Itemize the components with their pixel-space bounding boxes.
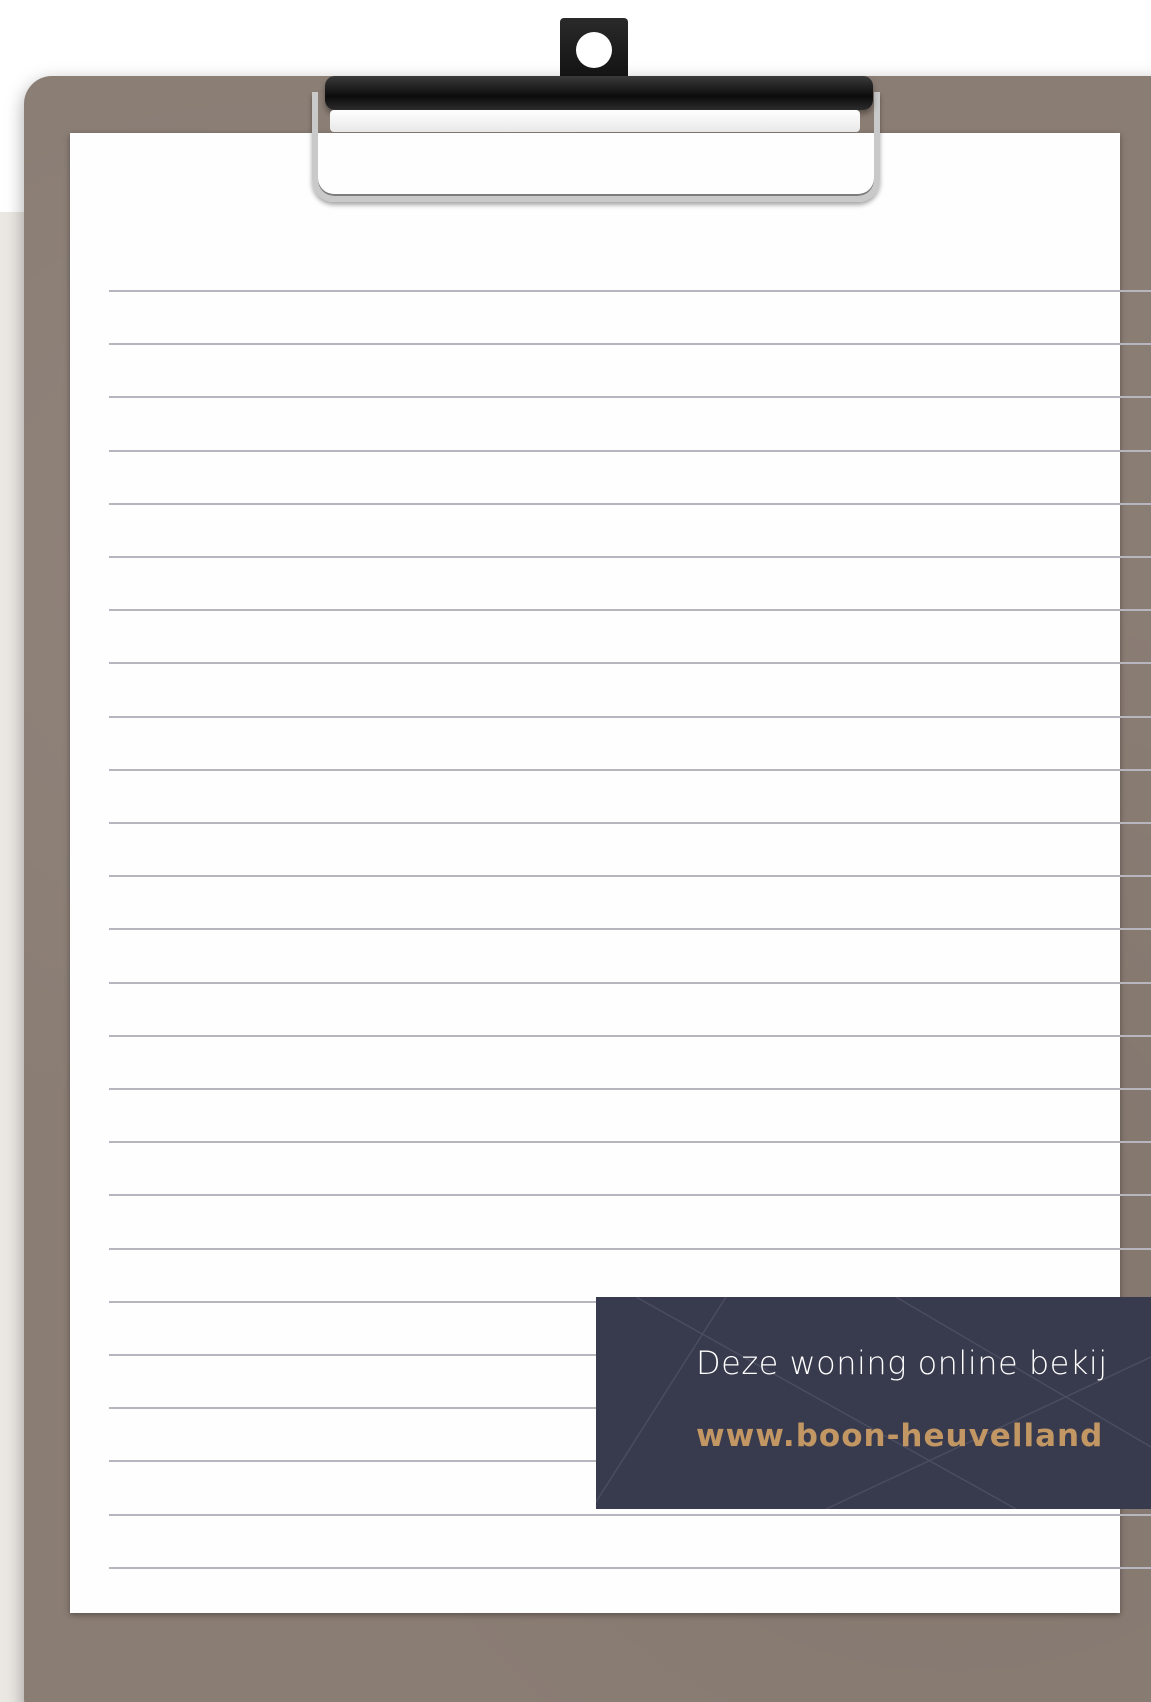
clip-tab [560,18,628,82]
clip-bar [325,76,873,110]
ruled-line [109,450,1151,452]
ruled-line [109,503,1151,505]
ruled-line [109,662,1151,664]
ruled-line [109,609,1151,611]
banner-url-link[interactable]: www.boon-heuvelland [696,1418,1103,1454]
clip-hole [576,32,612,68]
ruled-line [109,1248,1151,1250]
ruled-line [109,1194,1151,1196]
clip-plate [330,110,860,132]
ruled-line [109,716,1151,718]
ruled-line [109,822,1151,824]
ruled-line [109,1141,1151,1143]
ruled-line [109,1567,1151,1569]
banner-decoration [596,1297,1151,1509]
page: Deze woning online bekij www.boon-heuvel… [0,0,1151,1702]
ruled-line [109,343,1151,345]
ruled-line [109,290,1151,292]
ruled-line [109,396,1151,398]
ruled-line [109,1514,1151,1516]
ruled-line [109,875,1151,877]
ruled-line [109,556,1151,558]
banner-text: Deze woning online bekij [696,1344,1108,1382]
ruled-line [109,982,1151,984]
ruled-line [109,769,1151,771]
ruled-line [109,1035,1151,1037]
ruled-line [109,1088,1151,1090]
ruled-line [109,928,1151,930]
online-view-banner[interactable]: Deze woning online bekij www.boon-heuvel… [596,1297,1151,1509]
